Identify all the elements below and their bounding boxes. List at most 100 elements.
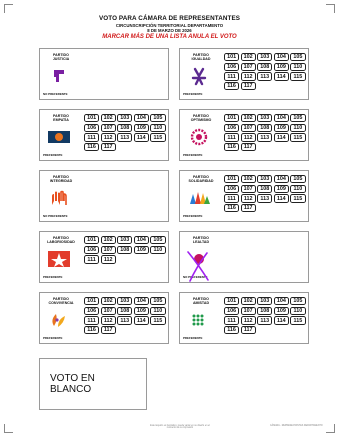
candidate-number[interactable]: 107 — [100, 245, 116, 254]
candidate-number[interactable]: 109 — [133, 123, 149, 132]
candidate-number[interactable]: 110 — [150, 123, 166, 132]
candidate-number[interactable]: 111 — [224, 316, 240, 325]
party-box-amistad[interactable]: PARTIDO AMISTAD PREFERENTE 101 102 103 104 10… — [179, 292, 309, 344]
candidate-number[interactable]: 113 — [117, 133, 133, 142]
candidate-number[interactable]: 106 — [224, 306, 240, 315]
candidate-number[interactable]: 106 — [224, 123, 240, 132]
party-box-empatia[interactable]: PARTIDO EMPATÍA PREFERENTE 101 102 103 104 10… — [39, 109, 169, 161]
candidate-number[interactable]: 101 — [84, 236, 100, 245]
candidate-number[interactable]: 105 — [150, 236, 166, 245]
candidate-number[interactable]: 108 — [257, 306, 273, 315]
candidate-number[interactable]: 108 — [257, 184, 273, 193]
candidate-number[interactable]: 101 — [224, 53, 240, 62]
candidate-number[interactable]: 101 — [224, 297, 240, 306]
party-box-justicia[interactable]: PARTIDO JUSTICIA NO PREFERENTE — [39, 48, 169, 100]
party-box-solidaridad[interactable]: PARTIDO SOLIDARIDAD PREFERENTE 101 102 103 1… — [179, 170, 309, 222]
candidate-number[interactable]: 103 — [117, 236, 133, 245]
candidate-number[interactable]: 117 — [240, 82, 256, 91]
candidate-number[interactable]: 101 — [84, 297, 100, 306]
candidate-number[interactable]: 102 — [100, 297, 116, 306]
candidate-number[interactable]: 115 — [290, 72, 306, 81]
candidate-number[interactable]: 111 — [224, 133, 240, 142]
candidate-number[interactable]: 106 — [84, 245, 100, 254]
candidate-number[interactable]: 113 — [257, 194, 273, 203]
candidate-number[interactable]: 102 — [240, 114, 256, 123]
candidate-number[interactable]: 107 — [240, 62, 256, 71]
candidate-number[interactable]: 115 — [150, 133, 166, 142]
candidate-number[interactable]: 114 — [133, 316, 149, 325]
candidate-number[interactable]: 112 — [240, 72, 256, 81]
candidate-number[interactable]: 105 — [150, 114, 166, 123]
candidate-number[interactable]: 103 — [257, 297, 273, 306]
candidate-number[interactable]: 114 — [273, 316, 289, 325]
candidate-number[interactable]: 114 — [273, 72, 289, 81]
candidate-number[interactable]: 103 — [257, 53, 273, 62]
candidate-number[interactable]: 104 — [273, 175, 289, 184]
candidate-number[interactable]: 109 — [133, 306, 149, 315]
candidate-number[interactable]: 106 — [224, 184, 240, 193]
candidate-number[interactable]: 102 — [100, 114, 116, 123]
candidate-number[interactable]: 112 — [100, 133, 116, 142]
candidate-number[interactable]: 103 — [257, 175, 273, 184]
candidate-number[interactable]: 103 — [117, 297, 133, 306]
candidate-number[interactable]: 112 — [100, 255, 116, 264]
candidate-number[interactable]: 111 — [84, 255, 100, 264]
candidate-number[interactable]: 108 — [117, 306, 133, 315]
candidate-number[interactable]: 108 — [117, 123, 133, 132]
candidate-number[interactable]: 105 — [290, 297, 306, 306]
candidate-number[interactable]: 109 — [273, 184, 289, 193]
candidate-number[interactable]: 117 — [240, 143, 256, 152]
candidate-number[interactable]: 115 — [290, 316, 306, 325]
candidate-number[interactable]: 117 — [240, 326, 256, 335]
candidate-number[interactable]: 101 — [224, 114, 240, 123]
candidate-number[interactable]: 107 — [240, 306, 256, 315]
candidate-number[interactable]: 101 — [224, 175, 240, 184]
candidate-number[interactable]: 101 — [84, 114, 100, 123]
candidate-number[interactable]: 104 — [133, 236, 149, 245]
candidate-number[interactable]: 107 — [240, 184, 256, 193]
candidate-number[interactable]: 111 — [84, 316, 100, 325]
candidate-number[interactable]: 116 — [84, 326, 100, 335]
candidate-number[interactable]: 111 — [84, 133, 100, 142]
candidate-number[interactable]: 110 — [290, 123, 306, 132]
party-box-igualdad[interactable]: PARTIDO IGUALDAD PREFERENTE 101 102 103 104 1… — [179, 48, 309, 100]
candidate-number[interactable]: 112 — [240, 194, 256, 203]
candidate-number[interactable]: 110 — [290, 62, 306, 71]
candidate-number[interactable]: 111 — [224, 72, 240, 81]
candidate-number[interactable]: 110 — [150, 306, 166, 315]
candidate-number[interactable]: 115 — [150, 316, 166, 325]
candidate-number[interactable]: 112 — [240, 133, 256, 142]
candidate-number[interactable]: 117 — [240, 204, 256, 213]
candidate-number[interactable]: 105 — [290, 53, 306, 62]
candidate-number[interactable]: 116 — [224, 204, 240, 213]
party-box-laboriosidad[interactable]: PARTIDO LABORIOSIDAD PREFERENTE 101 102 103… — [39, 231, 169, 283]
candidate-number[interactable]: 102 — [240, 297, 256, 306]
candidate-number[interactable]: 117 — [100, 143, 116, 152]
candidate-number[interactable]: 116 — [224, 143, 240, 152]
candidate-number[interactable]: 116 — [84, 143, 100, 152]
candidate-number[interactable]: 102 — [240, 53, 256, 62]
candidate-number[interactable]: 112 — [100, 316, 116, 325]
candidate-number[interactable]: 103 — [257, 114, 273, 123]
candidate-number[interactable]: 117 — [100, 326, 116, 335]
candidate-number[interactable]: 108 — [257, 62, 273, 71]
candidate-number[interactable]: 102 — [240, 175, 256, 184]
candidate-number[interactable]: 108 — [257, 123, 273, 132]
candidate-number[interactable]: 114 — [273, 133, 289, 142]
candidate-number[interactable]: 105 — [150, 297, 166, 306]
candidate-number[interactable]: 116 — [224, 82, 240, 91]
candidate-number[interactable]: 106 — [84, 123, 100, 132]
candidate-number[interactable]: 114 — [133, 133, 149, 142]
candidate-number[interactable]: 116 — [224, 326, 240, 335]
candidate-number[interactable]: 105 — [290, 175, 306, 184]
party-box-optimismo[interactable]: PARTIDO OPTIMISMO PREFERENTE 101 102 103 104… — [179, 109, 309, 161]
candidate-number[interactable]: 113 — [117, 316, 133, 325]
candidate-number[interactable]: 109 — [273, 123, 289, 132]
candidate-number[interactable]: 102 — [100, 236, 116, 245]
candidate-number[interactable]: 113 — [257, 316, 273, 325]
candidate-number[interactable]: 105 — [290, 114, 306, 123]
candidate-number[interactable]: 104 — [133, 114, 149, 123]
blank-vote-box[interactable]: VOTO EN BLANCO — [39, 358, 147, 410]
candidate-number[interactable]: 113 — [257, 72, 273, 81]
candidate-number[interactable]: 106 — [84, 306, 100, 315]
